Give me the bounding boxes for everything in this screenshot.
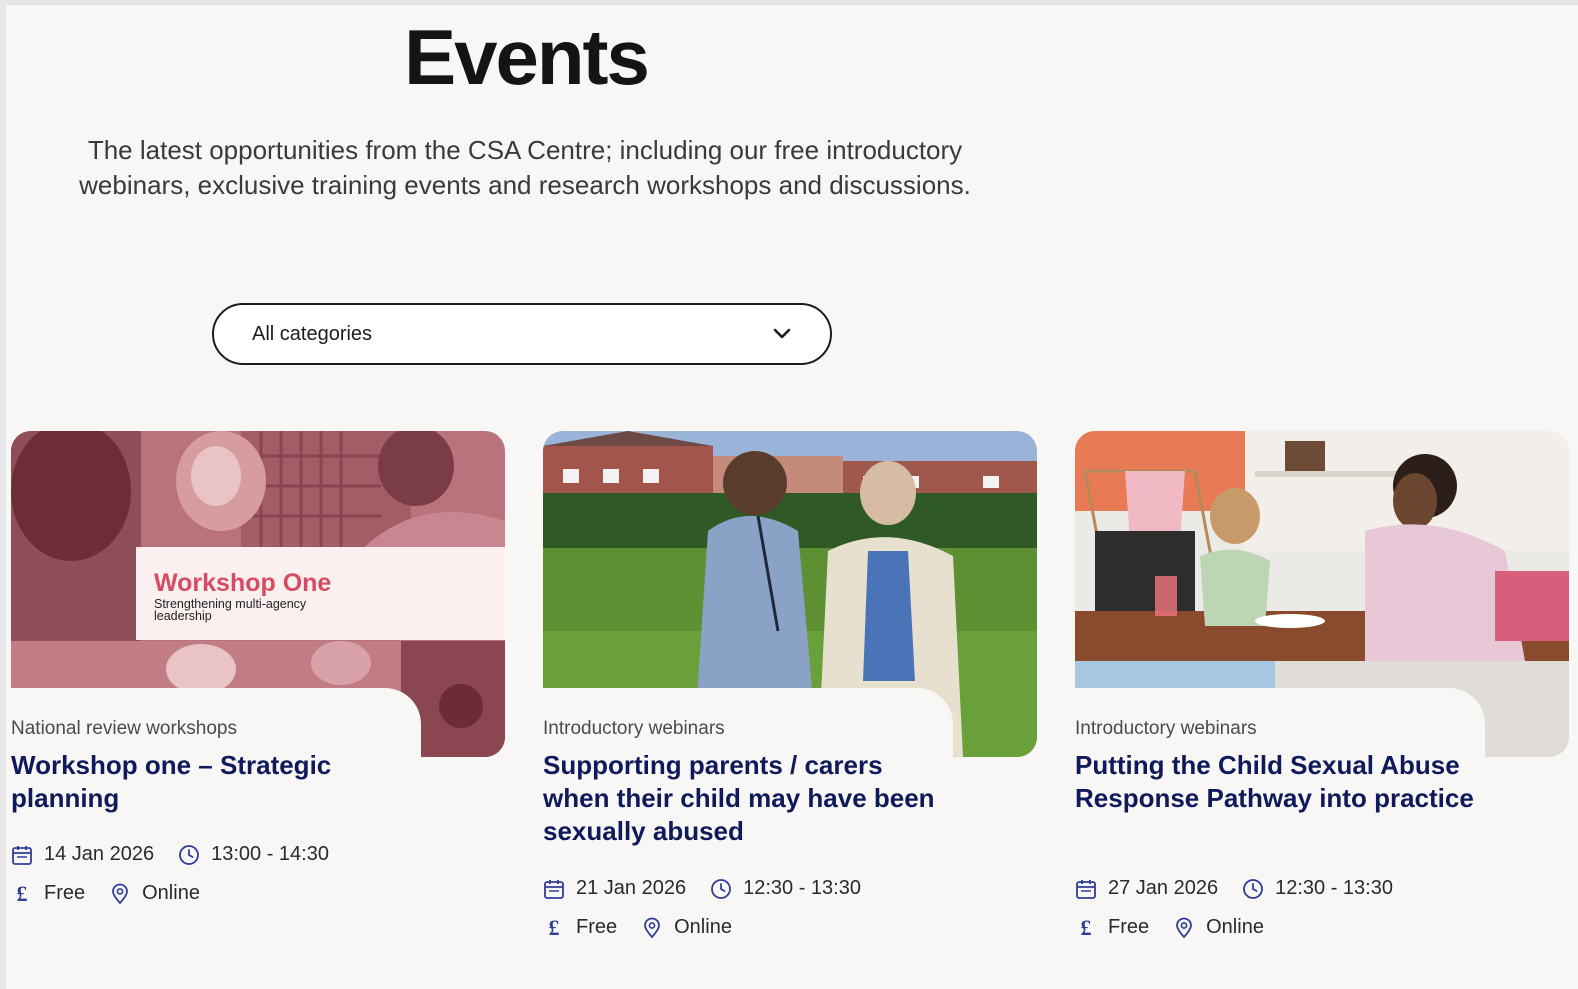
event-price: Free bbox=[44, 882, 86, 904]
pound-icon: £ bbox=[548, 914, 560, 940]
event-title-link[interactable]: Workshop one – Strategic planning bbox=[11, 749, 411, 815]
category-filter-value: All categories bbox=[252, 322, 373, 345]
left-border bbox=[0, 0, 6, 989]
location-pin-icon bbox=[641, 917, 663, 939]
event-title-link[interactable]: Putting the Child Sexual Abuse Response … bbox=[1075, 749, 1475, 815]
chevron-down-icon bbox=[772, 324, 792, 344]
clock-icon bbox=[710, 878, 732, 900]
clock-icon bbox=[1242, 878, 1264, 900]
page-title: Events bbox=[404, 13, 650, 101]
event-card[interactable]: Workshop One Strengthening multi-agency … bbox=[11, 431, 505, 971]
calendar-icon bbox=[543, 878, 565, 900]
event-price: Free bbox=[576, 916, 618, 938]
clock-icon bbox=[178, 844, 200, 866]
event-time: 12:30 - 13:30 bbox=[743, 877, 861, 899]
event-location: Online bbox=[142, 882, 200, 904]
page-intro: The latest opportunities from the CSA Ce… bbox=[79, 135, 971, 200]
event-title-link[interactable]: Supporting parents / carers when their c… bbox=[543, 749, 943, 848]
image-overlay-title: Workshop One bbox=[154, 569, 332, 597]
pound-icon: £ bbox=[16, 880, 28, 906]
event-card[interactable]: Introductory webinars Supporting parents… bbox=[543, 431, 1037, 971]
event-date-time: 14 Jan 2026 13:00 - 14:30 bbox=[11, 843, 329, 866]
event-date-time: 27 Jan 2026 12:30 - 13:30 bbox=[1075, 877, 1393, 900]
event-date-time: 21 Jan 2026 12:30 - 13:30 bbox=[543, 877, 861, 900]
event-category: Introductory webinars bbox=[1075, 718, 1257, 739]
event-price-location: £ Free Online bbox=[543, 914, 732, 940]
event-time: 13:00 - 14:30 bbox=[211, 843, 329, 865]
category-filter-select[interactable]: All categories bbox=[212, 303, 832, 365]
pound-icon: £ bbox=[1080, 914, 1092, 940]
location-pin-icon bbox=[1173, 917, 1195, 939]
event-date: 14 Jan 2026 bbox=[44, 843, 155, 865]
calendar-icon bbox=[11, 844, 33, 866]
event-time: 12:30 - 13:30 bbox=[1275, 877, 1393, 899]
event-location: Online bbox=[674, 916, 732, 938]
location-pin-icon bbox=[109, 883, 131, 905]
calendar-icon bbox=[1075, 878, 1097, 900]
event-price: Free bbox=[1108, 916, 1150, 938]
event-date: 21 Jan 2026 bbox=[576, 877, 687, 899]
event-date: 27 Jan 2026 bbox=[1108, 877, 1219, 899]
event-category: Introductory webinars bbox=[543, 718, 725, 739]
image-overlay-subtitle: Strengthening multi-agency leadership bbox=[154, 597, 307, 623]
event-category: National review workshops bbox=[11, 718, 237, 739]
event-price-location: £ Free Online bbox=[11, 880, 200, 906]
event-price-location: £ Free Online bbox=[1075, 914, 1264, 940]
event-card[interactable]: Introductory webinars Putting the Child … bbox=[1075, 431, 1569, 971]
events-page: Events The latest opportunities from the… bbox=[0, 0, 1578, 989]
image-overlay-panel: Workshop One Strengthening multi-agency … bbox=[136, 547, 505, 640]
top-border bbox=[0, 0, 1578, 5]
event-location: Online bbox=[1206, 916, 1264, 938]
